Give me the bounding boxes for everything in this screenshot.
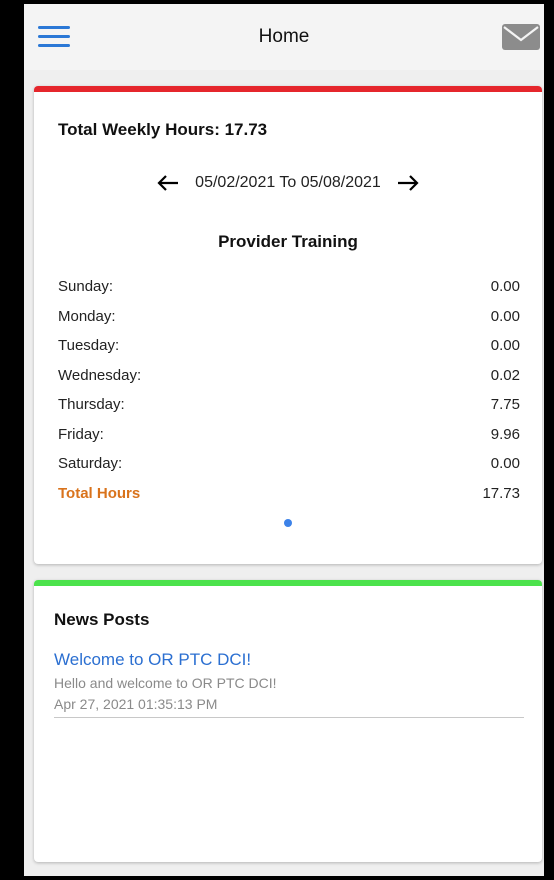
top-bar: Home: [24, 4, 544, 70]
total-hours-value: 17.73: [482, 484, 520, 502]
day-hours-value: 0.02: [490, 366, 520, 384]
day-label: Tuesday:: [58, 337, 120, 354]
date-range-text: 05/02/2021 To 05/08/2021: [195, 174, 381, 191]
day-hours-value: 0.00: [490, 337, 520, 354]
card-accent-strip: [34, 86, 542, 92]
daily-hours-list: Sunday: 0.00 Monday: 0.00 Tuesday: 0.00 …: [58, 272, 520, 508]
arrow-right-icon[interactable]: [397, 175, 419, 191]
news-post-title-link[interactable]: Welcome to OR PTC DCI!: [54, 650, 524, 670]
day-hours-value: 9.96: [490, 425, 520, 443]
day-label: Wednesday:: [58, 366, 142, 384]
day-hours-value: 0.00: [490, 307, 520, 325]
day-label: Sunday:: [58, 278, 114, 295]
day-row-tuesday: Tuesday: 0.00: [58, 331, 520, 361]
news-post-body: Hello and welcome to OR PTC DCI!: [54, 675, 277, 691]
day-row-saturday: Saturday: 0.00: [58, 449, 520, 479]
day-row-sunday: Sunday: 0.00: [58, 272, 520, 302]
mail-icon[interactable]: [502, 24, 540, 50]
total-hours-label: Total Hours: [58, 484, 141, 502]
day-hours-value: 0.00: [490, 455, 520, 472]
card-accent-strip: [34, 580, 542, 586]
day-row-thursday: Thursday: 7.75: [58, 390, 520, 420]
day-label: Monday:: [58, 307, 116, 325]
news-post-item[interactable]: Welcome to OR PTC DCI! Hello and welcome…: [54, 650, 524, 718]
page-title: Home: [258, 26, 310, 47]
arrow-left-icon[interactable]: [157, 175, 179, 191]
day-label: Saturday:: [58, 455, 123, 472]
day-label: Thursday:: [58, 396, 125, 413]
weekly-hours-card: Total Weekly Hours: 17.73 05/02/2021 To …: [34, 86, 542, 564]
day-row-friday: Friday: 9.96: [58, 420, 520, 450]
news-posts-heading: News Posts: [54, 610, 150, 629]
provider-training-heading: Provider Training: [218, 232, 358, 251]
day-hours-value: 7.75: [490, 396, 520, 413]
total-hours-row: Total Hours 17.73: [58, 479, 520, 509]
hamburger-menu-icon[interactable]: [38, 26, 70, 48]
total-weekly-hours-heading: Total Weekly Hours: 17.73: [58, 120, 268, 139]
day-row-wednesday: Wednesday: 0.02: [58, 361, 520, 391]
day-hours-value: 0.00: [490, 278, 520, 295]
news-posts-card: News Posts Welcome to OR PTC DCI! Hello …: [34, 580, 542, 862]
date-range-navigator: 05/02/2021 To 05/08/2021: [34, 174, 542, 192]
app-screen: Home Total Weekly Hours: 17.73 05/02/202…: [24, 4, 544, 876]
day-label: Friday:: [58, 425, 104, 443]
news-post-date: Apr 27, 2021 01:35:13 PM: [54, 696, 524, 718]
page-indicator-dot[interactable]: [284, 519, 292, 527]
day-row-monday: Monday: 0.00: [58, 302, 520, 332]
